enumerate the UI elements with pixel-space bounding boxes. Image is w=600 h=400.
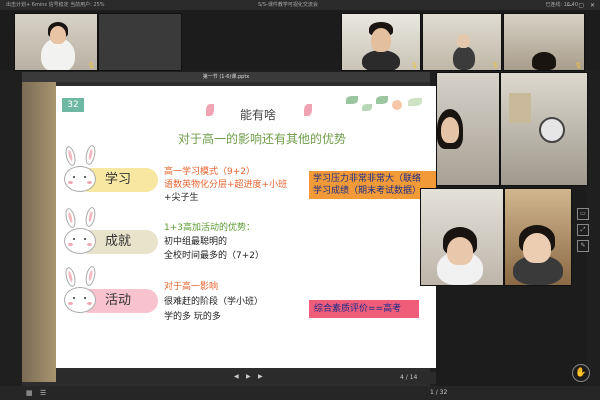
participant-body bbox=[362, 50, 400, 70]
mic-icon: 🎙 bbox=[574, 62, 582, 69]
box-line: 学习成绩（期末考试数据） bbox=[313, 186, 422, 196]
video-tile-9[interactable] bbox=[504, 188, 572, 286]
video-tile-5[interactable]: 🎙 bbox=[503, 13, 585, 71]
pill-label: 学习 bbox=[104, 172, 131, 187]
pen-icon[interactable]: ✎ bbox=[577, 240, 589, 252]
video-tile-3[interactable]: 🎙 bbox=[341, 13, 421, 71]
participant-hair bbox=[532, 52, 556, 70]
leaf-decoration bbox=[376, 96, 388, 104]
expand-icon[interactable]: ⤢ bbox=[577, 224, 589, 236]
play-button[interactable]: ▶ bbox=[246, 373, 251, 380]
participant-face bbox=[50, 26, 66, 44]
slide-title: 能有啥 bbox=[239, 108, 276, 122]
note-line: 对于高一影响 bbox=[164, 282, 219, 292]
flower-decoration bbox=[206, 104, 214, 116]
participant-face bbox=[447, 237, 473, 265]
note-line: 全校时间最多的（7+2） bbox=[164, 251, 264, 261]
slide-number: 32 bbox=[62, 98, 84, 112]
list-icon[interactable]: ☰ bbox=[40, 389, 46, 397]
wall-item bbox=[509, 93, 531, 123]
participant-face bbox=[371, 28, 391, 52]
video-tile-2[interactable] bbox=[98, 13, 182, 71]
pill-label: 成就 bbox=[104, 234, 131, 249]
video-tile-4[interactable]: 🎙 bbox=[422, 13, 502, 71]
pressure-note-box: 学习压力非常非常大（联络 学习成绩（期末考试数据） bbox=[309, 171, 437, 199]
ppt-control-bar: ◀ ▶ ▶ 4 / 14 bbox=[56, 372, 436, 384]
box-line: 学习压力非常非常大（联络 bbox=[313, 174, 422, 184]
note-line: 学的多 玩的多 bbox=[164, 312, 221, 322]
rabbit-icon bbox=[64, 228, 96, 254]
title-bar: 出击计划+ 6mins 信号稳定 当前用户: 25% S/S-课件教学可视化交流… bbox=[0, 0, 600, 10]
note-line: 1+3高加活动的优势： bbox=[164, 223, 255, 233]
status-left: 出击计划+ 6mins 信号稳定 当前用户: 25% bbox=[6, 2, 105, 8]
video-tile-7[interactable] bbox=[500, 72, 588, 186]
video-tile-6[interactable] bbox=[436, 72, 500, 186]
page-counter: 4 / 14 bbox=[400, 374, 418, 381]
note-line: 语数英物化分层+超进度+小班 bbox=[164, 180, 288, 190]
page-counter-bottom: 1 / 32 bbox=[430, 389, 448, 396]
note-line: 初中组最聪明的 bbox=[164, 237, 228, 247]
rabbit-icon bbox=[64, 287, 96, 313]
video-tile-8[interactable] bbox=[420, 188, 504, 286]
box-line: 综合素质评价==高考 bbox=[314, 304, 402, 314]
leaf-decoration bbox=[408, 98, 422, 106]
participant-face bbox=[441, 117, 459, 143]
leaf-decoration bbox=[362, 104, 372, 111]
rabbit-icon bbox=[64, 166, 96, 192]
ppt-file-title: 第一节 (1-6)课.pptx bbox=[22, 72, 430, 82]
video-tile-1[interactable]: 🎙 bbox=[14, 13, 98, 71]
mic-icon: 🎙 bbox=[87, 62, 95, 69]
evaluation-note-box: 综合素质评价==高考 bbox=[309, 300, 419, 318]
grid-icon[interactable]: ▦ bbox=[26, 389, 33, 397]
participant-face bbox=[523, 233, 551, 263]
raise-hand-icon[interactable]: ✋ bbox=[572, 364, 590, 382]
fan-object bbox=[539, 117, 565, 143]
note-line: 高一学习模式（9+2） bbox=[164, 167, 255, 177]
next-slide-button[interactable]: ▶ bbox=[258, 373, 263, 380]
participant-body bbox=[453, 46, 475, 70]
note-line: +尖子生 bbox=[164, 193, 199, 203]
flower-decoration bbox=[392, 100, 402, 110]
prev-slide-button[interactable]: ◀ bbox=[234, 373, 239, 380]
pill-label: 活动 bbox=[104, 293, 131, 308]
flower-decoration bbox=[304, 104, 312, 116]
leaf-decoration bbox=[346, 96, 358, 104]
bottom-toolbar: ▦ ☰ 1 / 32 bbox=[0, 386, 600, 400]
presenter-video-left[interactable] bbox=[22, 82, 56, 382]
slide-subtitle: 对于高一的影响还有其他的优势 bbox=[177, 132, 346, 146]
mic-icon: 🎙 bbox=[491, 62, 499, 69]
participant-face bbox=[457, 34, 470, 48]
note-line: 很难赶的阶段（学小班） bbox=[164, 297, 264, 307]
mic-icon: 🎙 bbox=[410, 62, 418, 69]
app-title: S/S-课件教学可视化交流会 bbox=[258, 2, 318, 8]
screen-icon[interactable]: ▭ bbox=[577, 208, 589, 220]
